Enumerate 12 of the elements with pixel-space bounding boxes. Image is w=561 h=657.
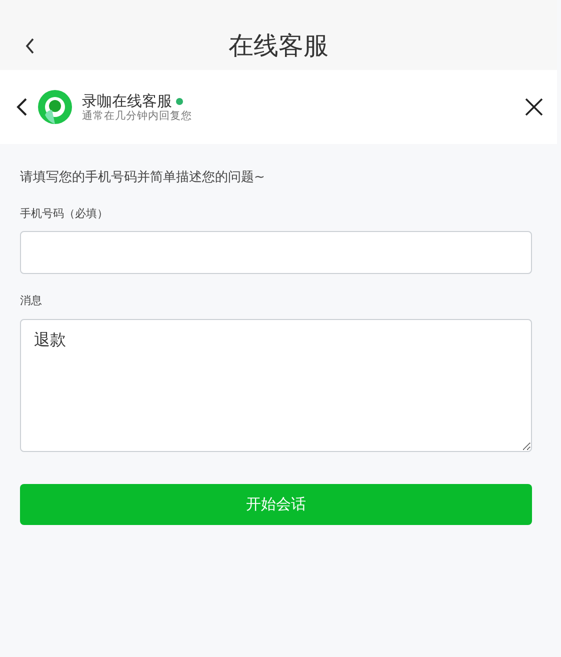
logo-icon <box>38 90 72 124</box>
back-icon <box>16 98 28 116</box>
message-field[interactable]: 退款 <box>20 318 532 452</box>
phone-field[interactable] <box>20 231 532 274</box>
intro-text: 请填写您的手机号码并简单描述您的问题~ <box>20 169 266 187</box>
field-label: 手机号码（必填） <box>20 206 109 222</box>
back-icon <box>25 38 35 54</box>
reply-time-text: 通常在几分钟内回复您 <box>82 110 193 122</box>
close-icon <box>525 98 543 116</box>
agent-name: 录咖在线客服 <box>82 92 172 110</box>
field-label: 消息 <box>20 293 43 309</box>
page-title: 在线客服 <box>228 30 328 62</box>
